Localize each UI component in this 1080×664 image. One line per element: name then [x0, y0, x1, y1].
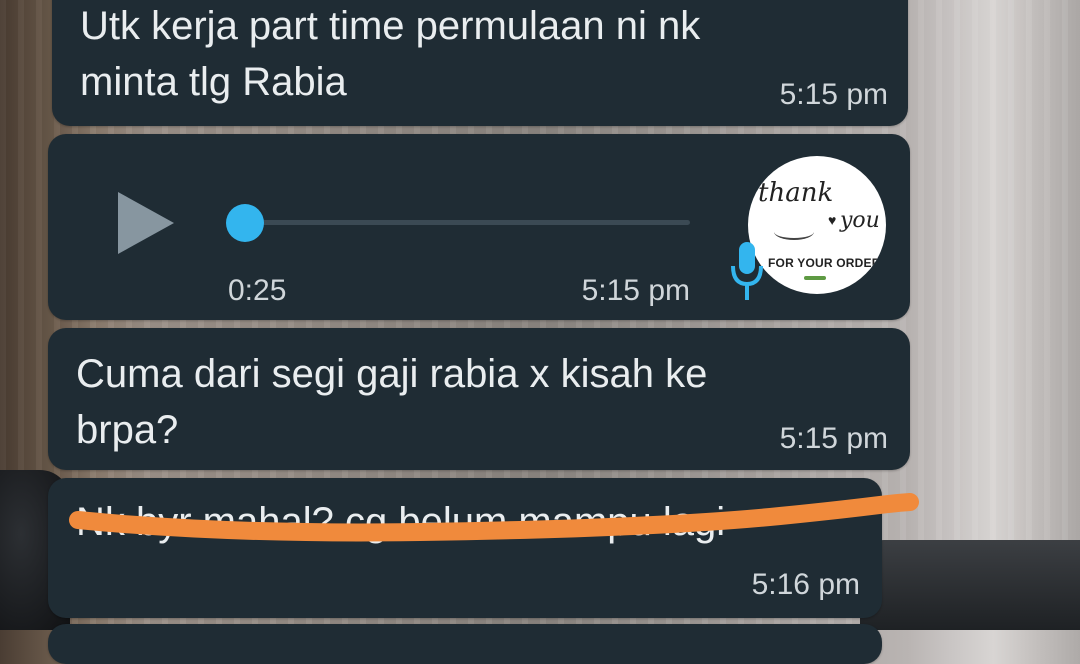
message-time: 5:15 pm — [779, 422, 888, 455]
audio-progress-track[interactable] — [244, 220, 690, 225]
audio-progress-handle[interactable] — [226, 204, 264, 242]
message-text: Utk kerja part time permulaan ni nk mint… — [80, 4, 701, 104]
wallpaper-sofa-right — [860, 540, 1080, 630]
avatar-order-text: FOR YOUR ORDER! — [768, 256, 885, 270]
redaction-scribble — [69, 493, 919, 542]
avatar-thank-text: thank — [758, 178, 834, 208]
message-time: 5:15 pm — [779, 78, 888, 111]
audio-duration: 0:25 — [228, 274, 287, 307]
heart-icon: ♥ — [828, 212, 837, 228]
message-text: Cuma dari segi gaji rabia x kisah ke brp… — [76, 352, 708, 452]
play-icon[interactable] — [116, 190, 176, 256]
avatar-swirl — [774, 224, 814, 240]
avatar-you-text: you — [840, 208, 880, 233]
voice-message-bubble[interactable]: 0:25 5:15 pm thank ♥ you FOR YOUR ORDER! — [48, 134, 910, 320]
sender-avatar[interactable]: thank ♥ you FOR YOUR ORDER! — [748, 156, 886, 294]
message-bubble-partial[interactable] — [48, 624, 882, 664]
avatar-brand-mark — [804, 276, 826, 280]
message-time: 5:16 pm — [751, 568, 860, 601]
message-bubble[interactable]: Cuma dari segi gaji rabia x kisah ke brp… — [48, 328, 910, 470]
message-bubble[interactable]: Utk kerja part time permulaan ni nk mint… — [52, 0, 908, 126]
mic-icon — [731, 242, 763, 300]
message-time: 5:15 pm — [581, 274, 690, 307]
